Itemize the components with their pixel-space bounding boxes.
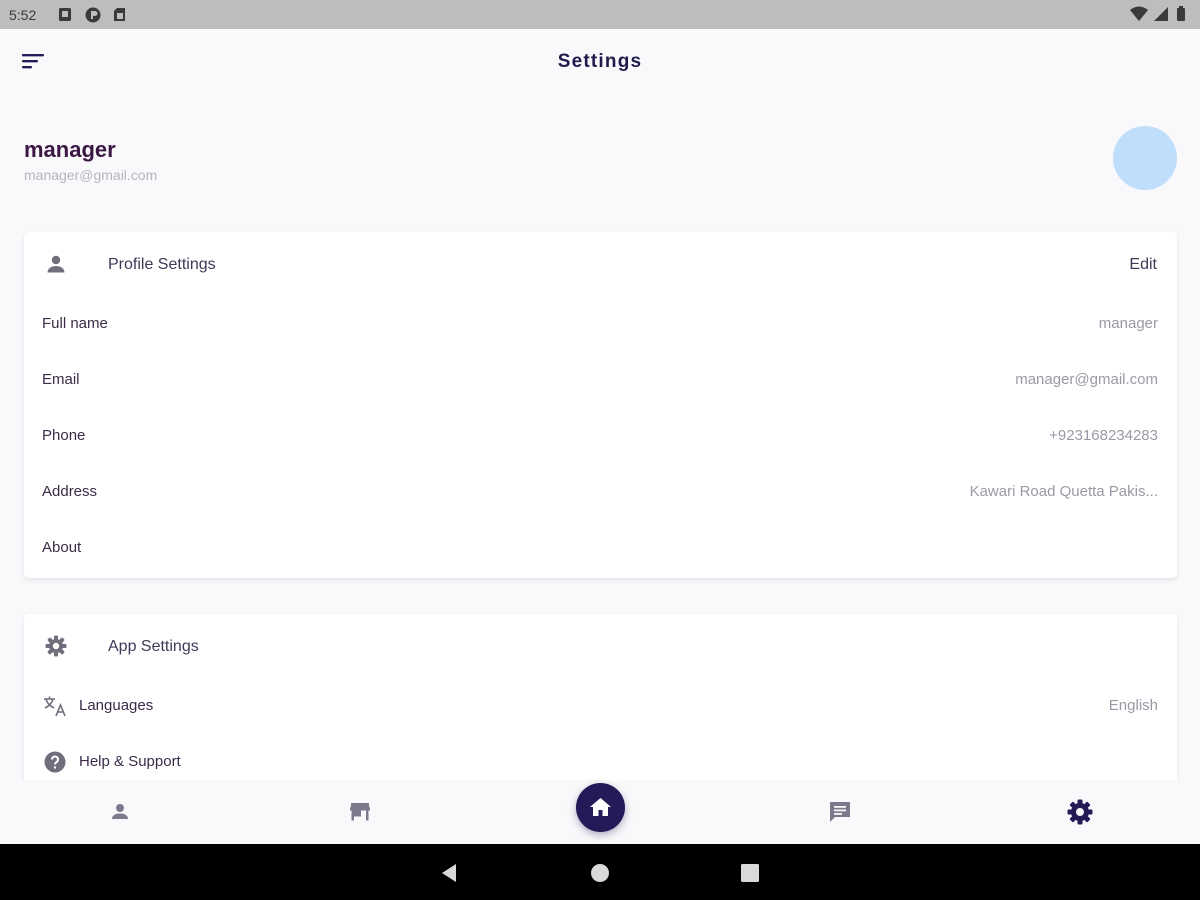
phone-label: Phone [42,427,86,444]
sim-card-icon [113,7,127,22]
bottom-navigation [0,780,1200,844]
phone-row[interactable]: Phone +923168234283 [24,408,1177,464]
status-time: 5:52 [9,7,37,23]
page-title: Settings [557,51,643,72]
app-bar: Settings [0,29,1200,95]
notification-icon [58,7,72,22]
edit-button[interactable]: Edit [1129,256,1157,274]
full-name-value: manager [1098,315,1158,332]
app-settings-card: App Settings Languages English Help & Su… [24,614,1177,784]
help-icon [43,750,67,774]
address-value: Kawari Road Quetta Pakis... [969,483,1158,500]
home-button[interactable] [576,783,625,832]
profile-name: manager [24,137,116,162]
system-navigation [0,844,1200,900]
home-circle-icon[interactable] [589,862,611,884]
status-right-icons [1130,6,1190,22]
recents-icon[interactable] [739,862,761,884]
profile-settings-title: Profile Settings [108,256,216,273]
person-icon[interactable] [104,796,136,828]
status-bar: 5:52 [0,0,1200,29]
email-label: Email [42,371,80,388]
full-name-label: Full name [42,315,108,332]
settings-icon[interactable] [1064,796,1096,828]
profile-settings-card: Profile Settings Edit Full name manager … [24,232,1177,578]
address-label: Address [42,483,98,500]
app-settings-title: App Settings [108,638,199,655]
back-icon[interactable] [439,862,461,884]
languages-value: English [1108,697,1158,714]
translate-icon [43,694,67,718]
about-row[interactable]: About [24,520,1177,576]
gear-icon [44,634,68,658]
profile-email: manager@gmail.com [24,167,158,183]
email-value: manager@gmail.com [1015,371,1158,388]
person-icon [44,252,68,276]
about-label: About [42,539,82,556]
help-support-label: Help & Support [79,753,181,770]
store-icon[interactable] [344,796,376,828]
sync-icon [84,7,102,23]
home-icon [590,798,611,816]
phone-value: +923168234283 [1049,427,1158,444]
profile-settings-header: Profile Settings Edit [24,232,1177,296]
chat-icon[interactable] [824,796,856,828]
languages-label: Languages [79,697,154,714]
email-row[interactable]: Email manager@gmail.com [24,352,1177,408]
languages-row[interactable]: Languages English [24,678,1177,734]
address-row[interactable]: Address Kawari Road Quetta Pakis... [24,464,1177,520]
avatar[interactable] [1113,126,1177,190]
app-settings-header: App Settings [24,614,1177,678]
full-name-row[interactable]: Full name manager [24,296,1177,352]
